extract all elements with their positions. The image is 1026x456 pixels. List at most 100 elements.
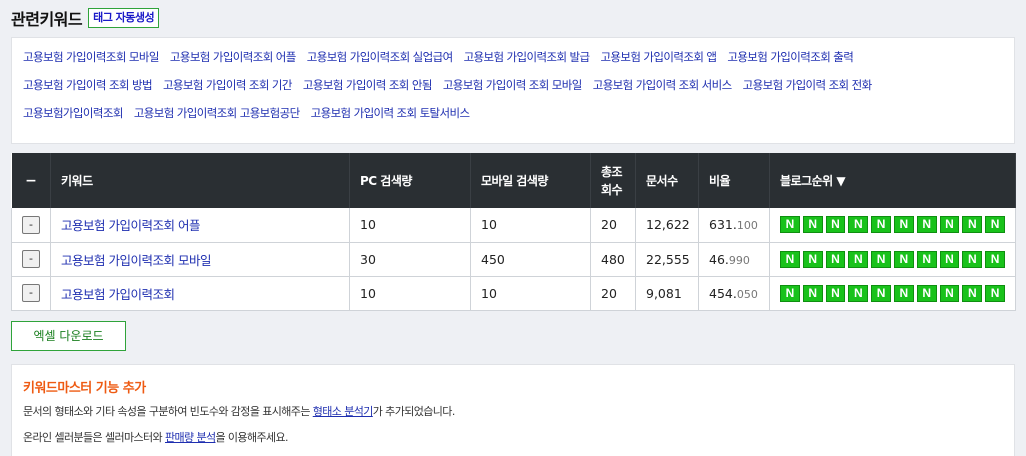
mobile-volume-cell: 10 <box>470 276 591 311</box>
tag-auto-generate-button[interactable]: 태그 자동생성 <box>88 8 160 28</box>
remove-keyword-button[interactable]: - <box>22 284 40 302</box>
blog-rank-cell: NNNNNNNNNN <box>769 276 1016 311</box>
naver-blog-badge-icon[interactable]: N <box>939 216 960 234</box>
remove-keyword-button[interactable]: - <box>22 250 40 268</box>
keyword-line: 고용보험 가입이력조회 모바일 고용보험 가입이력조회 어플 고용보험 가입이력… <box>23 49 1014 77</box>
related-keyword-link[interactable]: 고용보험 가입이력 조회 기간 <box>163 77 293 93</box>
blog-rank-cell: NNNNNNNNNN <box>769 208 1016 243</box>
related-keyword-link[interactable]: 고용보험 가입이력조회 앱 <box>600 49 716 65</box>
naver-badge-group: NNNNNNNNNN <box>780 216 1005 234</box>
total-volume-cell: 20 <box>590 276 636 311</box>
naver-blog-badge-icon[interactable]: N <box>893 284 914 302</box>
keyword-line: 고용보험 가입이력 조회 방법 고용보험 가입이력 조회 기간 고용보험 가입이… <box>23 77 1014 105</box>
keyword-cell: 고용보험 가입이력조회 모바일 <box>50 242 350 277</box>
naver-blog-badge-icon[interactable]: N <box>962 250 983 268</box>
related-keyword-link[interactable]: 고용보험 가입이력조회 모바일 <box>23 49 159 65</box>
naver-blog-badge-icon[interactable]: N <box>893 250 914 268</box>
naver-blog-badge-icon[interactable]: N <box>916 250 937 268</box>
sales-analysis-link[interactable]: 판매량 분석 <box>165 431 216 444</box>
col-header-total-line1: 총조 <box>601 164 623 179</box>
naver-blog-badge-icon[interactable]: N <box>825 250 846 268</box>
naver-blog-badge-icon[interactable]: N <box>871 216 891 234</box>
col-header-minus[interactable]: − <box>11 153 51 208</box>
ratio-dec: 100 <box>736 219 758 233</box>
col-header-ratio[interactable]: 비율 <box>698 153 770 208</box>
col-header-total[interactable]: 총조회수 <box>590 153 636 208</box>
related-keyword-link[interactable]: 고용보험 가입이력조회 발급 <box>464 49 590 65</box>
related-keyword-link[interactable]: 고용보험 가입이력조회 어플 <box>170 49 296 65</box>
naver-blog-badge-icon[interactable]: N <box>939 284 960 302</box>
naver-blog-badge-icon[interactable]: N <box>848 216 869 234</box>
naver-blog-badge-icon[interactable]: N <box>848 284 869 302</box>
col-header-pc[interactable]: PC 검색량 <box>349 153 471 208</box>
naver-blog-badge-icon[interactable]: N <box>825 284 846 302</box>
remove-cell: - <box>11 242 51 277</box>
related-keyword-link[interactable]: 고용보험 가입이력 조회 방법 <box>23 77 153 93</box>
keyword-link[interactable]: 고용보험 가입이력조회 모바일 <box>61 253 211 268</box>
naver-blog-badge-icon[interactable]: N <box>871 284 891 302</box>
notice-line-2: 온라인 셀러분들은 셀러마스터와 판매량 분석을 이용해주세요. <box>23 431 1003 445</box>
notice-box: 키워드마스터 기능 추가 문서의 형태소와 기타 속성을 구분하여 빈도수와 감… <box>11 364 1015 456</box>
ratio-cell: 46.990 <box>698 242 770 277</box>
ratio-int: 46. <box>709 251 729 267</box>
excel-download-button[interactable]: 엑셀 다운로드 <box>11 321 126 351</box>
naver-blog-badge-icon[interactable]: N <box>962 284 983 302</box>
related-keyword-link[interactable]: 고용보험 가입이력 조회 서비스 <box>593 77 733 93</box>
col-header-keyword[interactable]: 키워드 <box>50 153 350 208</box>
naver-blog-badge-icon[interactable]: N <box>825 216 846 234</box>
page-title: 관련키워드 <box>11 10 83 29</box>
table-row: - 고용보험 가입이력조회 어플 10 10 20 12,622 631.100… <box>11 208 1016 243</box>
docs-cell: 12,622 <box>635 208 699 243</box>
related-keyword-link[interactable]: 고용보험 가입이력조회 실업급여 <box>307 49 453 65</box>
naver-blog-badge-icon[interactable]: N <box>780 250 800 268</box>
notice-text: 온라인 셀러분들은 셀러마스터와 <box>23 431 165 444</box>
related-keyword-link[interactable]: 고용보험 가입이력조회 출력 <box>727 49 853 65</box>
morpheme-analyzer-link[interactable]: 형태소 분석기 <box>313 405 374 418</box>
mobile-volume-cell: 10 <box>470 208 591 243</box>
naver-blog-badge-icon[interactable]: N <box>916 284 937 302</box>
naver-blog-badge-icon[interactable]: N <box>893 216 914 234</box>
docs-cell: 9,081 <box>635 276 699 311</box>
naver-blog-badge-icon[interactable]: N <box>962 216 983 234</box>
col-header-blog-rank[interactable]: 블로그순위 ▼ <box>769 153 1016 208</box>
naver-blog-badge-icon[interactable]: N <box>848 250 869 268</box>
naver-blog-badge-icon[interactable]: N <box>985 284 1005 302</box>
col-header-mobile[interactable]: 모바일 검색량 <box>470 153 591 208</box>
page-header: 관련키워드 태그 자동생성 <box>11 6 160 30</box>
naver-blog-badge-icon[interactable]: N <box>939 250 960 268</box>
remove-cell: - <box>11 276 51 311</box>
related-keyword-link[interactable]: 고용보험 가입이력 조회 전화 <box>743 77 873 93</box>
keyword-cell: 고용보험 가입이력조회 <box>50 276 350 311</box>
naver-blog-badge-icon[interactable]: N <box>802 250 823 268</box>
keyword-line: 고용보험가입이력조회 고용보험 가입이력조회 고용보험공단 고용보험 가입이력 … <box>23 105 1014 133</box>
notice-text: 문서의 형태소와 기타 속성을 구분하여 빈도수와 감정을 표시해주는 <box>23 405 313 418</box>
naver-blog-badge-icon[interactable]: N <box>780 216 800 234</box>
related-keyword-link[interactable]: 고용보험 가입이력 조회 토탈서비스 <box>311 105 470 121</box>
naver-blog-badge-icon[interactable]: N <box>802 284 823 302</box>
related-keyword-link[interactable]: 고용보험 가입이력 조회 모바일 <box>443 77 583 93</box>
related-keyword-link[interactable]: 고용보험 가입이력조회 고용보험공단 <box>134 105 300 121</box>
naver-blog-badge-icon[interactable]: N <box>985 250 1005 268</box>
naver-blog-badge-icon[interactable]: N <box>802 216 823 234</box>
related-keywords-box: 고용보험 가입이력조회 모바일 고용보험 가입이력조회 어플 고용보험 가입이력… <box>11 37 1015 144</box>
related-keyword-link[interactable]: 고용보험 가입이력 조회 안됨 <box>303 77 433 93</box>
ratio-dec: 050 <box>736 287 758 301</box>
remove-keyword-button[interactable]: - <box>22 215 40 234</box>
naver-badge-group: NNNNNNNNNN <box>780 284 1005 302</box>
keyword-link[interactable]: 고용보험 가입이력조회 어플 <box>61 218 200 233</box>
ratio-dec: 990 <box>728 253 750 267</box>
col-header-total-line2: 회수 <box>601 182 623 197</box>
related-keyword-link[interactable]: 고용보험가입이력조회 <box>23 105 123 121</box>
naver-blog-badge-icon[interactable]: N <box>871 250 891 268</box>
keyword-table: − 키워드 PC 검색량 모바일 검색량 총조회수 문서수 비율 블로그순위 ▼… <box>11 153 1016 311</box>
col-header-docs[interactable]: 문서수 <box>635 153 699 208</box>
mobile-volume-cell: 450 <box>470 242 591 277</box>
naver-blog-badge-icon[interactable]: N <box>780 284 800 302</box>
pc-volume-cell: 10 <box>349 276 471 311</box>
total-volume-cell: 20 <box>590 208 636 243</box>
naver-blog-badge-icon[interactable]: N <box>916 216 937 234</box>
table-row: - 고용보험 가입이력조회 10 10 20 9,081 454.050 NNN… <box>11 276 1016 311</box>
keyword-link[interactable]: 고용보험 가입이력조회 <box>61 287 175 302</box>
naver-blog-badge-icon[interactable]: N <box>985 216 1005 234</box>
notice-line-1: 문서의 형태소와 기타 속성을 구분하여 빈도수와 감정을 표시해주는 형태소 … <box>23 405 1003 419</box>
